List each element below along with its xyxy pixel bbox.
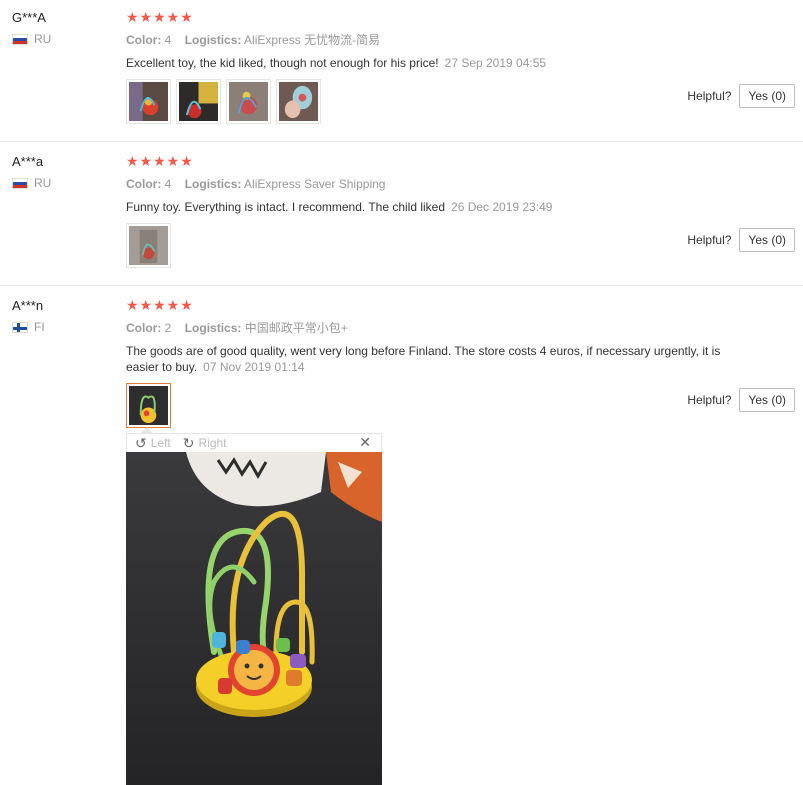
rotate-right-icon: ↻ xyxy=(182,434,195,451)
review-meta: Color: 4 Logistics: AliExpress Saver Shi… xyxy=(126,176,766,192)
review-photos xyxy=(126,383,766,428)
helpful-label: Helpful? xyxy=(687,233,732,247)
toy-photo-image xyxy=(279,82,318,121)
color-label: Color: xyxy=(126,33,162,47)
toy-photo-image xyxy=(129,226,168,265)
logistics-value: 中国邮政平常小包+ xyxy=(244,321,348,335)
reviewer-name: A***a xyxy=(12,154,44,169)
review-body: ★★★★★ Color: 4 Logistics: AliExpress Sav… xyxy=(126,154,766,268)
review-photo-thumb[interactable] xyxy=(126,223,171,268)
color-value: 2 xyxy=(164,321,172,335)
review-text: Funny toy. Everything is intact. I recom… xyxy=(126,199,756,215)
review-photo-thumb[interactable] xyxy=(276,79,321,124)
review-date: 26 Dec 2019 23:49 xyxy=(451,200,553,214)
helpful-vote: Helpful? Yes (0) xyxy=(687,228,795,252)
review-photos xyxy=(126,223,766,268)
helpful-label: Helpful? xyxy=(687,89,732,103)
rotate-left-icon: ↺ xyxy=(135,434,147,451)
review-3: A***n FI ★★★★★ Color: 2 Logistics: 中国邮政平… xyxy=(0,288,803,785)
russia-flag-icon xyxy=(12,177,28,189)
review-1: G***A RU ★★★★★ Color: 4 Logistics: AliEx… xyxy=(0,0,803,142)
review-photo-thumb[interactable] xyxy=(226,79,271,124)
reviewer-info: A***a RU xyxy=(12,154,112,190)
russia-flag-icon xyxy=(12,33,28,45)
color-value: 4 xyxy=(164,177,172,191)
reviewer-info: G***A RU xyxy=(12,10,112,46)
finland-flag-icon xyxy=(12,321,28,333)
helpful-yes-button[interactable]: Yes (0) xyxy=(739,388,795,412)
close-icon[interactable]: ✕ xyxy=(359,434,371,451)
review-photo-thumb[interactable] xyxy=(176,79,221,124)
review-text: The goods are of good quality, went very… xyxy=(126,343,756,375)
review-meta: Color: 4 Logistics: AliExpress 无忧物流-简易 xyxy=(126,32,766,48)
review-text: Excellent toy, the kid liked, though not… xyxy=(126,55,756,71)
review-date: 07 Nov 2019 01:14 xyxy=(203,360,305,374)
review-photos xyxy=(126,79,766,124)
star-rating: ★★★★★ xyxy=(126,297,194,313)
helpful-yes-button[interactable]: Yes (0) xyxy=(739,228,795,252)
helpful-label: Helpful? xyxy=(687,393,732,407)
review-photo-thumb-selected[interactable] xyxy=(126,383,171,428)
rotate-left-label: Left xyxy=(150,436,171,450)
color-value: 4 xyxy=(164,33,172,47)
reviewer-country: RU xyxy=(12,32,112,46)
reviewer-name: G***A xyxy=(12,10,46,25)
review-2: A***a RU ★★★★★ Color: 4 Logistics: AliEx… xyxy=(0,144,803,286)
review-meta: Color: 2 Logistics: 中国邮政平常小包+ xyxy=(126,320,766,336)
rotate-right-label: Right xyxy=(198,436,227,450)
rotate-left-button[interactable]: ↺ Left xyxy=(135,435,171,452)
review-content: Excellent toy, the kid liked, though not… xyxy=(126,56,439,70)
reviewer-name: A***n xyxy=(12,298,44,313)
enlarged-review-photo xyxy=(126,452,382,785)
toy-photo-image xyxy=(229,82,268,121)
toy-photo-image xyxy=(129,386,168,425)
star-rating: ★★★★★ xyxy=(126,9,194,25)
helpful-vote: Helpful? Yes (0) xyxy=(687,388,795,412)
review-body: ★★★★★ Color: 4 Logistics: AliExpress 无忧物… xyxy=(126,10,766,124)
logistics-label: Logistics: xyxy=(184,321,242,335)
toy-photo-image xyxy=(129,82,168,121)
country-code: RU xyxy=(34,176,52,190)
viewer-toolbar: ↺ Left ↻ Right ✕ xyxy=(126,433,382,452)
color-label: Color: xyxy=(126,177,162,191)
color-label: Color: xyxy=(126,321,162,335)
rotate-right-button[interactable]: ↻ Right xyxy=(183,435,227,452)
review-body: ★★★★★ Color: 2 Logistics: 中国邮政平常小包+ The … xyxy=(126,298,766,428)
toy-photo-image xyxy=(179,82,218,121)
review-photo-thumb[interactable] xyxy=(126,79,171,124)
reviewer-country: FI xyxy=(12,320,112,334)
logistics-label: Logistics: xyxy=(184,33,242,47)
reviewer-country: RU xyxy=(12,176,112,190)
review-date: 27 Sep 2019 04:55 xyxy=(444,56,547,70)
country-code: FI xyxy=(34,320,45,334)
helpful-yes-button[interactable]: Yes (0) xyxy=(739,84,795,108)
helpful-vote: Helpful? Yes (0) xyxy=(687,84,795,108)
logistics-value: AliExpress 无忧物流-简易 xyxy=(244,33,381,47)
logistics-value: AliExpress Saver Shipping xyxy=(244,177,386,191)
logistics-label: Logistics: xyxy=(184,177,242,191)
photo-viewer: ↺ Left ↻ Right ✕ xyxy=(126,427,382,785)
country-code: RU xyxy=(34,32,52,46)
star-rating: ★★★★★ xyxy=(126,153,194,169)
review-content: Funny toy. Everything is intact. I recom… xyxy=(126,200,446,214)
reviewer-info: A***n FI xyxy=(12,298,112,334)
